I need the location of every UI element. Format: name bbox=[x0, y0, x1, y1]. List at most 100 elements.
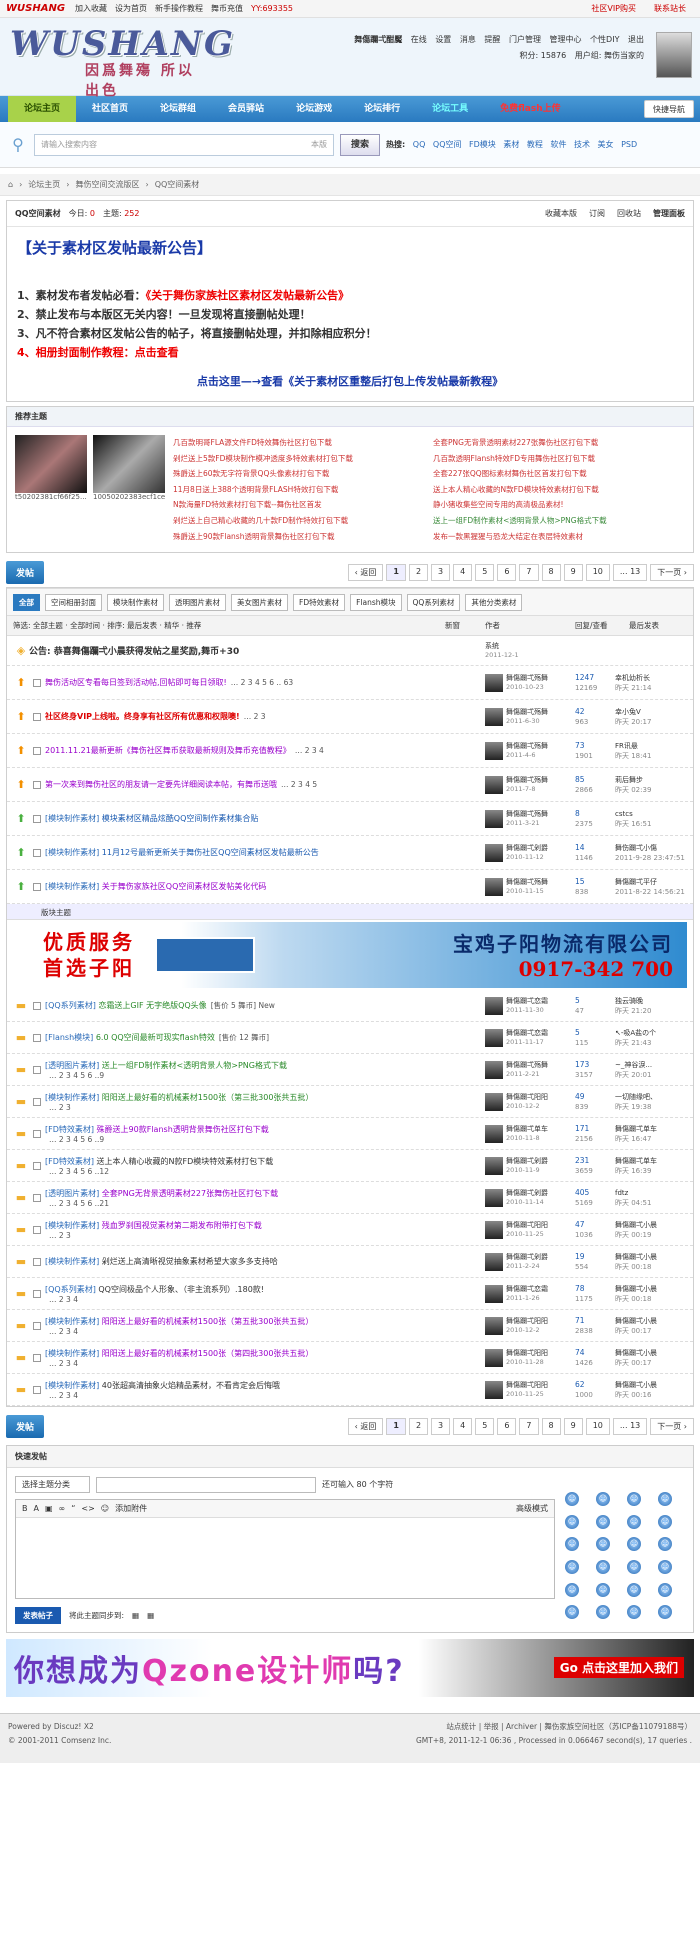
smiley-icon[interactable]: ☺ bbox=[565, 1560, 579, 1575]
thread-pages[interactable]: … 2 3 4 bbox=[49, 1327, 485, 1336]
last-poster[interactable]: 幸机幼析长 bbox=[615, 673, 687, 683]
thread-type[interactable]: [QQ系列素材] bbox=[45, 1001, 96, 1010]
thread-author[interactable]: 舞傷躝弌殇舞 2011-6-30 bbox=[485, 707, 575, 726]
select-checkbox[interactable] bbox=[33, 712, 41, 721]
hot-thread-link[interactable]: 殊爵送上90款Flansh透明背景舞伤社区打包下载 bbox=[173, 529, 425, 545]
page-number[interactable]: 5 bbox=[475, 1417, 495, 1435]
thread-type[interactable]: [Flansh模块] bbox=[45, 1033, 93, 1042]
favorite-button[interactable]: 收藏本版 bbox=[545, 208, 577, 219]
author-name[interactable]: 舞傷躝弌单车 bbox=[506, 1125, 548, 1134]
thread-title[interactable]: 剁烂送上高清晰视觉抽象素材希望大家多多支持哈 bbox=[99, 1257, 278, 1266]
search-input[interactable]: 请输入搜索内容 本版 bbox=[34, 133, 334, 156]
thread-author[interactable]: 舞傷躝弌殇舞 2011-2-21 bbox=[485, 1060, 575, 1079]
last-poster[interactable]: 舞傷躝弌小晨 bbox=[615, 1252, 687, 1262]
thread-pages[interactable]: … 2 3 4 bbox=[295, 746, 324, 755]
type-tab[interactable]: 其他分类素材 bbox=[465, 593, 523, 611]
thread-author[interactable]: 舞傷躝弌殇舞 2011-4-6 bbox=[485, 741, 575, 760]
type-tab[interactable]: 模块制作素材 bbox=[107, 593, 164, 611]
thread-type[interactable]: [模块制作素材] bbox=[45, 814, 99, 823]
hot-thread-link[interactable]: 殊爵送上60款无字符背景QQ头像素材打包下载 bbox=[173, 466, 425, 482]
recharge-link[interactable]: 舞币充值 bbox=[211, 3, 243, 14]
image-icon[interactable]: ▣ bbox=[45, 1504, 53, 1513]
thread-title[interactable]: 殊爵送上90款Flansh透明背景舞伤社区打包下载 bbox=[94, 1125, 269, 1134]
nav-tools[interactable]: 论坛工具 bbox=[416, 96, 484, 122]
thumb-card[interactable]: 10050202383ecf1ce bbox=[93, 435, 165, 544]
thread-title[interactable]: 关于舞伤家族社区QQ空间素材区发帖美化代码 bbox=[99, 882, 267, 891]
search-button[interactable]: 搜索 bbox=[340, 133, 381, 156]
thread-title[interactable]: 11月12号最新更新关于舞伤社区QQ空间素材区发帖最新公告 bbox=[99, 848, 319, 857]
thread-author[interactable]: 系统 2011-12-1 bbox=[485, 642, 575, 660]
user-link[interactable]: 管理中心 bbox=[550, 35, 582, 44]
filter-options[interactable]: 筛选: 全部主题 · 全部时间 · 排序: 最后发表 · 精华 · 推荐 bbox=[13, 620, 201, 631]
user-link[interactable]: 在线 bbox=[411, 35, 427, 44]
avatar[interactable] bbox=[485, 1092, 503, 1111]
smiley-icon[interactable]: ☺ bbox=[565, 1605, 579, 1620]
hot-thread-link[interactable]: 几百款明哥FLA源文件FD特效舞伤社区打包下载 bbox=[173, 435, 425, 451]
sync-qzone-icon[interactable]: ▦ bbox=[132, 1611, 139, 1620]
thread-pages[interactable]: … 2 3 4 5 6 .. 63 bbox=[231, 678, 293, 687]
thread-title[interactable]: 全套PNG无背景透明素材227张舞伤社区打包下载 bbox=[99, 1189, 278, 1198]
last-poster[interactable]: 独云骑晚 bbox=[615, 996, 687, 1006]
select-checkbox[interactable] bbox=[33, 1129, 41, 1138]
author-name[interactable]: 舞傷躝弌殇舞 bbox=[506, 708, 548, 717]
hot-thread-link[interactable]: N款海量FD特效素材打包下载--舞伤社区首发 bbox=[173, 497, 425, 513]
select-checkbox[interactable] bbox=[33, 1097, 41, 1106]
quote-icon[interactable]: “ bbox=[71, 1504, 75, 1513]
page-number[interactable]: 8 bbox=[541, 1417, 561, 1435]
hot-link[interactable]: QQ空间 bbox=[433, 140, 462, 149]
last-poster[interactable]: 舞傷躝弌小晨 bbox=[615, 1220, 687, 1230]
author-name[interactable]: 舞傷躝弌阳阳 bbox=[506, 1381, 548, 1390]
smiley-icon[interactable]: ☺ bbox=[658, 1582, 672, 1597]
thread-author[interactable]: 舞傷躝弌剁爵 2010-11-14 bbox=[485, 1188, 575, 1207]
avatar[interactable] bbox=[485, 809, 503, 828]
join-button[interactable]: Go 点击这里加入我们 bbox=[553, 1657, 684, 1679]
select-checkbox[interactable] bbox=[33, 1385, 41, 1394]
avatar[interactable] bbox=[485, 1252, 503, 1271]
site-logo[interactable]: WUSHANG 因爲舞殤 所以出色 bbox=[10, 24, 233, 99]
thread-title[interactable]: 残血罗刹国视觉素材第二期发布附带打包下载 bbox=[99, 1221, 262, 1230]
hot-thread-link[interactable]: 11月8日送上388个透明背景FLASH特效打包下载 bbox=[173, 482, 425, 498]
page-number[interactable]: 10 bbox=[585, 563, 610, 581]
hot-thread-link[interactable]: 发布一款黑猩猩与恐龙大结定在表层特效素材 bbox=[433, 529, 685, 545]
last-poster[interactable]: ↖-吸A盐の个 bbox=[615, 1028, 687, 1038]
smiley-icon[interactable]: ☺ bbox=[658, 1492, 672, 1507]
thread-type[interactable]: [FD特效素材] bbox=[45, 1125, 94, 1134]
thread-author[interactable]: 舞傷躝弌阳阳 2010-12-2 bbox=[485, 1316, 575, 1335]
hot-thread-link[interactable]: 几百款透明Flansh特效FD专用舞伤社区打包下载 bbox=[433, 451, 685, 467]
thread-author[interactable]: 舞傷躝弌剁爵 2010-11-9 bbox=[485, 1156, 575, 1175]
ad-banner-qzone[interactable]: 你想成为Qzone设计师吗? Go 点击这里加入我们 bbox=[6, 1639, 694, 1698]
page-number[interactable]: 10 bbox=[585, 1417, 610, 1435]
thread-pages[interactable]: … 2 3 4 bbox=[49, 1359, 485, 1368]
thread-title[interactable]: 送上一组FD制作素材<透明背景人物>PNG格式下载 bbox=[99, 1061, 287, 1070]
smiley-icon[interactable]: ☺ bbox=[627, 1514, 641, 1529]
page-number[interactable]: 3 bbox=[431, 1417, 451, 1435]
author-name[interactable]: 舞傷躝弌殇舞 bbox=[506, 810, 548, 819]
last-poster[interactable]: cstcs bbox=[615, 809, 687, 819]
page-number[interactable]: 6 bbox=[497, 563, 517, 581]
select-checkbox[interactable] bbox=[33, 1001, 41, 1010]
avatar[interactable] bbox=[485, 1124, 503, 1143]
nav-ranking[interactable]: 论坛排行 bbox=[348, 96, 416, 122]
tutorial-view-link[interactable]: 点击查看 bbox=[135, 346, 179, 359]
author-name[interactable]: 舞傷躝弌恋霜 bbox=[506, 1285, 548, 1294]
page-number[interactable]: 5 bbox=[475, 563, 495, 581]
avatar[interactable] bbox=[485, 1060, 503, 1079]
page-number[interactable]: 2 bbox=[408, 1417, 429, 1435]
thread-pages[interactable]: … 2 3 bbox=[49, 1103, 485, 1112]
crumb-item[interactable]: 论坛主页 bbox=[28, 179, 60, 190]
last-poster[interactable]: fdtz bbox=[615, 1188, 687, 1198]
select-checkbox[interactable] bbox=[33, 814, 41, 823]
thread-type[interactable]: [模块制作素材] bbox=[45, 1221, 99, 1230]
nav-forum-home[interactable]: 论坛主页 bbox=[8, 96, 77, 122]
bold-icon[interactable]: B bbox=[22, 1504, 28, 1513]
last-poster[interactable]: 舞伤躝弌小傷 bbox=[615, 843, 687, 853]
hot-thread-link[interactable]: 剁烂送上自己精心收藏的几十款FD制作特效打包下载 bbox=[173, 513, 425, 529]
nav-flash-upload[interactable]: 免费flash上传 bbox=[484, 96, 577, 122]
page-number[interactable]: 2 bbox=[408, 563, 429, 581]
smiley-icon[interactable]: ☺ bbox=[565, 1492, 579, 1507]
font-color-icon[interactable]: A bbox=[34, 1504, 39, 1513]
hot-thread-link[interactable]: 全套PNG无背景透明素材227张舞伤社区打包下载 bbox=[433, 435, 685, 451]
smiley-icon[interactable]: ☺ bbox=[627, 1560, 641, 1575]
thread-type[interactable]: [模块制作素材] bbox=[45, 882, 99, 891]
hot-link[interactable]: 教程 bbox=[527, 140, 543, 149]
